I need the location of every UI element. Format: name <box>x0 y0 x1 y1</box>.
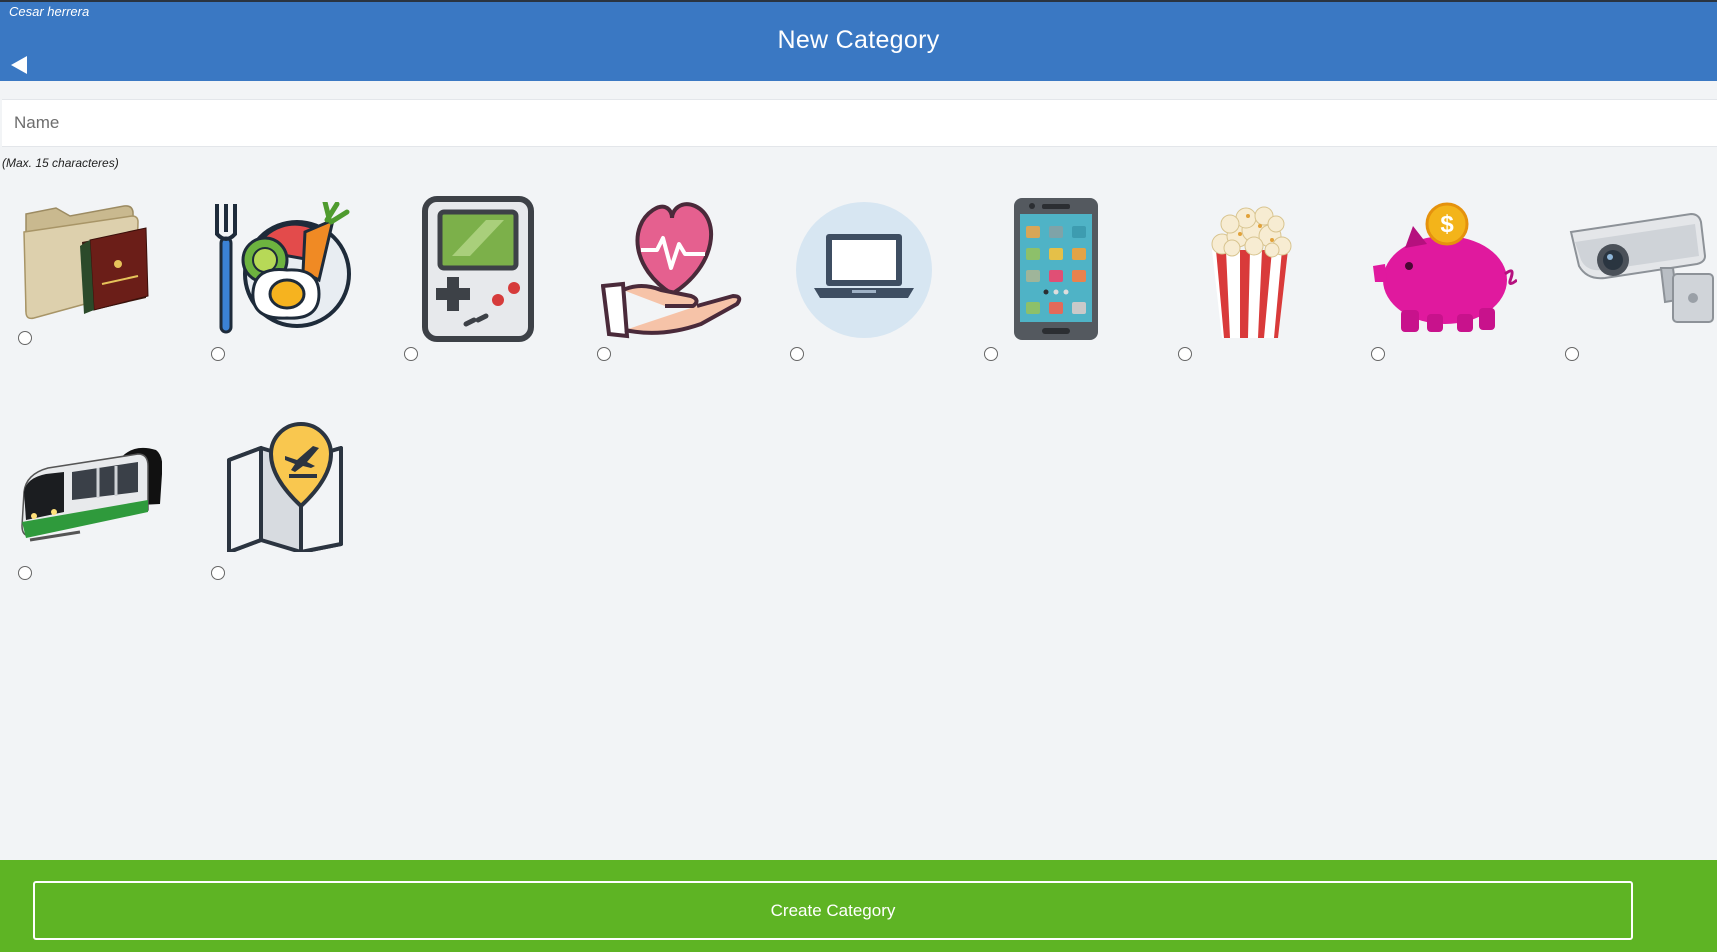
name-hint: (Max. 15 characteres) <box>2 156 119 170</box>
app-screen: Cesar herrera New Category (Max. 15 char… <box>0 0 1717 952</box>
laptop-icon <box>796 202 932 338</box>
user-name: Cesar herrera <box>9 4 90 19</box>
page-title: New Category <box>777 26 940 54</box>
category-option-transport[interactable] <box>18 420 178 590</box>
category-radio-security[interactable] <box>1565 347 1579 361</box>
category-option-savings[interactable]: $ <box>1371 190 1531 361</box>
header-bar: Cesar herrera New Category <box>0 0 1717 81</box>
category-option-travel[interactable] <box>211 420 371 590</box>
smartphone-icon <box>1014 198 1098 340</box>
category-radio-travel[interactable] <box>211 566 225 580</box>
category-option-laptop[interactable] <box>790 190 950 361</box>
category-option-game[interactable] <box>404 190 564 361</box>
category-radio-popcorn[interactable] <box>1178 347 1192 361</box>
piggy-bank-icon: $ <box>1373 202 1517 332</box>
train-icon <box>21 447 162 542</box>
create-category-button[interactable]: Create Category <box>33 881 1633 940</box>
category-radio-laptop[interactable] <box>790 347 804 361</box>
category-radio-transport[interactable] <box>18 566 32 580</box>
food-plate-icon <box>215 202 351 334</box>
category-radio-food[interactable] <box>211 347 225 361</box>
category-radio-folder[interactable] <box>18 331 32 345</box>
back-arrow-icon[interactable] <box>9 54 29 76</box>
popcorn-icon <box>1211 206 1292 338</box>
category-radio-phone[interactable] <box>984 347 998 361</box>
travel-map-icon <box>227 422 343 552</box>
category-option-popcorn[interactable] <box>1178 190 1338 361</box>
security-camera-icon <box>1569 212 1714 323</box>
category-option-phone[interactable] <box>984 190 1144 361</box>
folder-books-icon <box>23 205 149 320</box>
category-option-health[interactable] <box>597 190 757 361</box>
name-input[interactable] <box>2 99 1717 147</box>
category-radio-game[interactable] <box>404 347 418 361</box>
health-heart-hand-icon <box>601 202 742 339</box>
category-option-security[interactable] <box>1565 190 1717 361</box>
category-option-food[interactable] <box>211 190 371 361</box>
category-radio-health[interactable] <box>597 347 611 361</box>
category-option-folder[interactable] <box>18 190 178 360</box>
svg-text:$: $ <box>1440 211 1454 238</box>
game-console-icon <box>422 196 534 342</box>
category-radio-savings[interactable] <box>1371 347 1385 361</box>
